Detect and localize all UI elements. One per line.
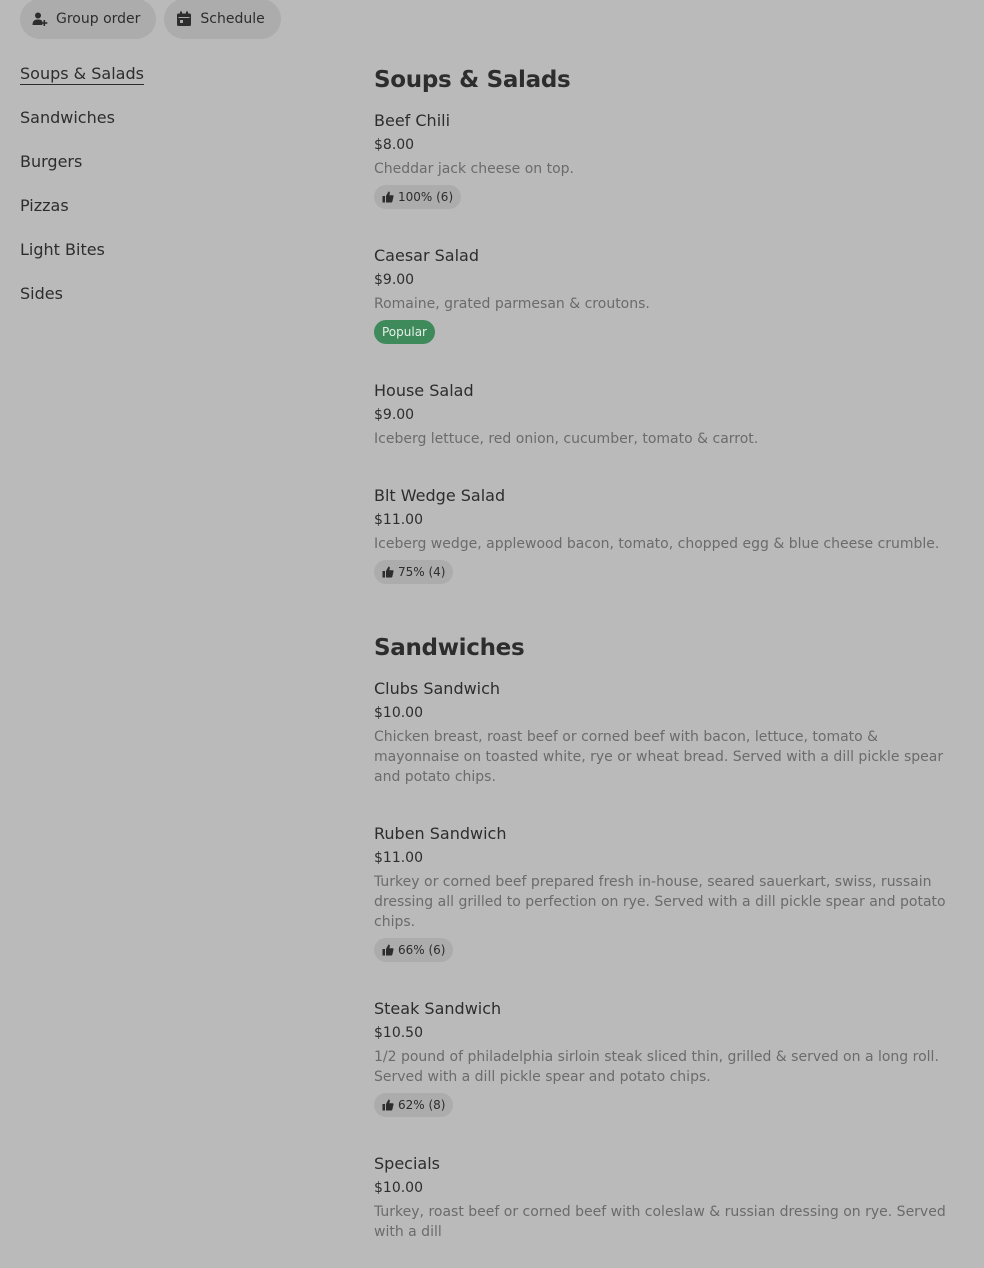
- sidebar-item-burgers[interactable]: Burgers: [20, 148, 320, 192]
- menu-item[interactable]: Specials $10.00 Turkey, roast beef or co…: [374, 1143, 964, 1268]
- top-toolbar: Group order Schedule: [20, 0, 281, 39]
- menu-item[interactable]: House Salad $9.00 Iceberg lettuce, red o…: [374, 370, 964, 475]
- thumbs-up-icon: [382, 191, 394, 203]
- rating-text: 62% (8): [398, 1098, 446, 1112]
- item-price: $11.00: [374, 850, 423, 866]
- sidebar-item-soups-salads[interactable]: Soups & Salads: [20, 60, 320, 104]
- menu-item[interactable]: Caesar Salad $9.00 Romaine, grated parme…: [374, 235, 964, 370]
- item-description: Turkey, roast beef or corned beef with c…: [374, 1204, 946, 1240]
- item-price: $9.00: [374, 272, 415, 288]
- rating-badge: 75% (4): [374, 560, 454, 584]
- menu-item[interactable]: Beef Chili $8.00 Cheddar jack cheese on …: [374, 100, 964, 235]
- item-description: Turkey or corned beef prepared fresh in-…: [374, 874, 946, 930]
- item-description: 1/2 pound of philadelphia sirloin steak …: [374, 1049, 939, 1085]
- sidebar-item-label: Burgers: [20, 152, 83, 171]
- item-description: Cheddar jack cheese on top.: [374, 161, 574, 177]
- item-name: Ruben Sandwich: [374, 824, 507, 843]
- schedule-label: Schedule: [200, 11, 265, 27]
- item-name: House Salad: [374, 381, 474, 400]
- item-description: Chicken breast, roast beef or corned bee…: [374, 729, 944, 785]
- rating-text: 100% (6): [398, 190, 454, 204]
- rating-badge: 100% (6): [374, 185, 462, 209]
- menu-content: Soups & Salads Beef Chili $8.00 Cheddar …: [374, 60, 964, 1268]
- item-description: Romaine, grated parmesan & croutons.: [374, 296, 650, 312]
- sidebar-item-label: Soups & Salads: [20, 64, 144, 85]
- popular-badge: Popular: [374, 320, 435, 344]
- item-price: $10.00: [374, 705, 423, 721]
- group-order-label: Group order: [56, 11, 141, 27]
- menu-item[interactable]: Steak Sandwich $10.50 1/2 pound of phila…: [374, 988, 964, 1143]
- sidebar-item-sandwiches[interactable]: Sandwiches: [20, 104, 320, 148]
- rating-text: 66% (6): [398, 943, 446, 957]
- sidebar-item-light-bites[interactable]: Light Bites: [20, 236, 320, 280]
- menu-item[interactable]: Ruben Sandwich $11.00 Turkey or corned b…: [374, 813, 964, 988]
- rating-badge: 62% (8): [374, 1093, 454, 1117]
- sidebar-item-label: Sandwiches: [20, 108, 115, 127]
- menu-item[interactable]: Blt Wedge Salad $11.00 Iceberg wedge, ap…: [374, 475, 964, 610]
- item-price: $10.50: [374, 1025, 423, 1041]
- sidebar-item-label: Pizzas: [20, 196, 69, 215]
- add-person-icon: [32, 11, 48, 27]
- menu-item[interactable]: Clubs Sandwich $10.00 Chicken breast, ro…: [374, 668, 964, 813]
- thumbs-up-icon: [382, 944, 394, 956]
- thumbs-up-icon: [382, 566, 394, 578]
- menu-section-sandwiches: Sandwiches Clubs Sandwich $10.00 Chicken…: [374, 628, 964, 1268]
- sidebar-item-sides[interactable]: Sides: [20, 280, 320, 324]
- item-price: $9.00: [374, 407, 415, 423]
- category-sidebar: Soups & Salads Sandwiches Burgers Pizzas…: [20, 60, 320, 324]
- sidebar-item-pizzas[interactable]: Pizzas: [20, 192, 320, 236]
- item-price: $8.00: [374, 137, 415, 153]
- section-title: Soups & Salads: [374, 67, 571, 93]
- item-name: Beef Chili: [374, 111, 451, 130]
- item-description: Iceberg wedge, applewood bacon, tomato, …: [374, 536, 940, 552]
- item-name: Blt Wedge Salad: [374, 486, 506, 505]
- schedule-button[interactable]: Schedule: [164, 0, 281, 39]
- item-name: Specials: [374, 1154, 440, 1173]
- section-title: Sandwiches: [374, 635, 525, 661]
- rating-badge: 66% (6): [374, 938, 454, 962]
- item-price: $11.00: [374, 512, 423, 528]
- item-name: Clubs Sandwich: [374, 679, 501, 698]
- group-order-button[interactable]: Group order: [20, 0, 157, 39]
- item-name: Caesar Salad: [374, 246, 479, 265]
- item-name: Steak Sandwich: [374, 999, 502, 1018]
- rating-text: 75% (4): [398, 565, 446, 579]
- thumbs-up-icon: [382, 1099, 394, 1111]
- sidebar-item-label: Sides: [20, 284, 63, 303]
- item-description: Iceberg lettuce, red onion, cucumber, to…: [374, 431, 759, 447]
- menu-section-soups-salads: Soups & Salads Beef Chili $8.00 Cheddar …: [374, 60, 964, 610]
- calendar-icon: [176, 11, 192, 27]
- item-price: $10.00: [374, 1180, 423, 1196]
- sidebar-item-label: Light Bites: [20, 240, 105, 259]
